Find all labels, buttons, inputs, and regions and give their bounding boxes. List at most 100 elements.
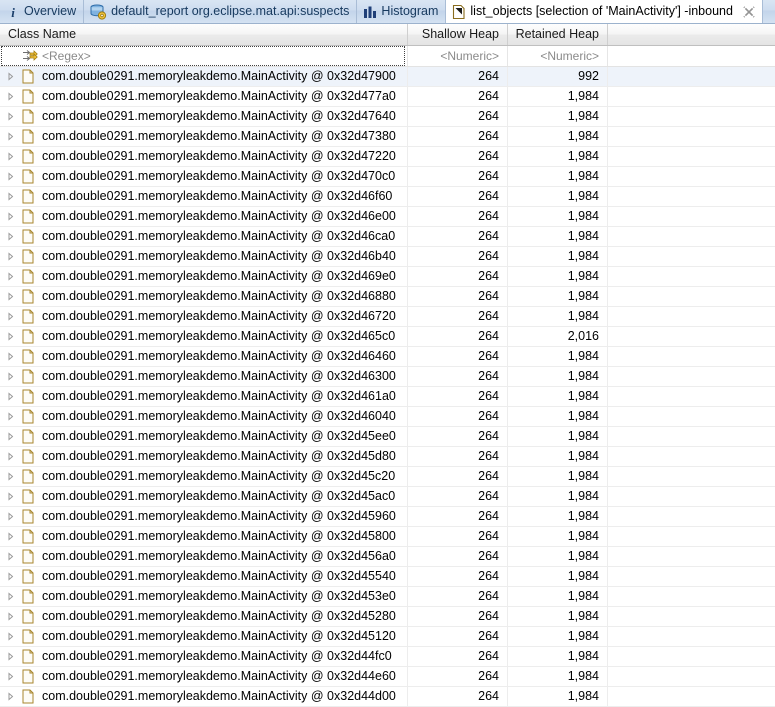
cell-class-name[interactable]: com.double0291.memoryleakdemo.MainActivi…	[0, 367, 408, 386]
expand-arrow-icon[interactable]	[0, 232, 20, 241]
expand-arrow-icon[interactable]	[0, 592, 20, 601]
cell-class-name[interactable]: com.double0291.memoryleakdemo.MainActivi…	[0, 687, 408, 706]
table-row[interactable]: com.double0291.memoryleakdemo.MainActivi…	[0, 567, 775, 587]
expand-arrow-icon[interactable]	[0, 652, 20, 661]
cell-class-name[interactable]: com.double0291.memoryleakdemo.MainActivi…	[0, 307, 408, 326]
table-row[interactable]: com.double0291.memoryleakdemo.MainActivi…	[0, 667, 775, 687]
cell-class-name[interactable]: com.double0291.memoryleakdemo.MainActivi…	[0, 287, 408, 306]
table-row[interactable]: com.double0291.memoryleakdemo.MainActivi…	[0, 527, 775, 547]
table-row[interactable]: com.double0291.memoryleakdemo.MainActivi…	[0, 407, 775, 427]
table-row[interactable]: com.double0291.memoryleakdemo.MainActivi…	[0, 387, 775, 407]
expand-arrow-icon[interactable]	[0, 312, 20, 321]
cell-class-name[interactable]: com.double0291.memoryleakdemo.MainActivi…	[0, 467, 408, 486]
cell-class-name[interactable]: com.double0291.memoryleakdemo.MainActivi…	[0, 347, 408, 366]
expand-arrow-icon[interactable]	[0, 352, 20, 361]
editor-tab-3[interactable]: Histogram	[357, 0, 446, 23]
cell-class-name[interactable]: com.double0291.memoryleakdemo.MainActivi…	[0, 427, 408, 446]
filter-cell-shallow-heap[interactable]: <Numeric>	[408, 46, 508, 66]
cell-class-name[interactable]: com.double0291.memoryleakdemo.MainActivi…	[0, 107, 408, 126]
table-row[interactable]: com.double0291.memoryleakdemo.MainActivi…	[0, 607, 775, 627]
cell-class-name[interactable]: com.double0291.memoryleakdemo.MainActivi…	[0, 547, 408, 566]
table-row[interactable]: com.double0291.memoryleakdemo.MainActivi…	[0, 627, 775, 647]
column-header-shallow-heap[interactable]: Shallow Heap	[408, 24, 508, 45]
expand-arrow-icon[interactable]	[0, 572, 20, 581]
expand-arrow-icon[interactable]	[0, 132, 20, 141]
cell-class-name[interactable]: com.double0291.memoryleakdemo.MainActivi…	[0, 167, 408, 186]
cell-class-name[interactable]: com.double0291.memoryleakdemo.MainActivi…	[0, 267, 408, 286]
cell-class-name[interactable]: com.double0291.memoryleakdemo.MainActivi…	[0, 567, 408, 586]
table-row[interactable]: com.double0291.memoryleakdemo.MainActivi…	[0, 187, 775, 207]
expand-arrow-icon[interactable]	[0, 112, 20, 121]
expand-arrow-icon[interactable]	[0, 332, 20, 341]
expand-arrow-icon[interactable]	[0, 632, 20, 641]
table-row[interactable]: com.double0291.memoryleakdemo.MainActivi…	[0, 247, 775, 267]
expand-arrow-icon[interactable]	[0, 152, 20, 161]
table-row[interactable]: com.double0291.memoryleakdemo.MainActivi…	[0, 647, 775, 667]
table-row[interactable]: com.double0291.memoryleakdemo.MainActivi…	[0, 87, 775, 107]
cell-class-name[interactable]: com.double0291.memoryleakdemo.MainActivi…	[0, 387, 408, 406]
cell-class-name[interactable]: com.double0291.memoryleakdemo.MainActivi…	[0, 227, 408, 246]
cell-class-name[interactable]: com.double0291.memoryleakdemo.MainActivi…	[0, 247, 408, 266]
filter-cell-retained-heap[interactable]: <Numeric>	[508, 46, 608, 66]
cell-class-name[interactable]: com.double0291.memoryleakdemo.MainActivi…	[0, 527, 408, 546]
cell-class-name[interactable]: com.double0291.memoryleakdemo.MainActivi…	[0, 147, 408, 166]
expand-arrow-icon[interactable]	[0, 372, 20, 381]
column-header-class-name[interactable]: Class Name	[0, 24, 408, 45]
expand-arrow-icon[interactable]	[0, 92, 20, 101]
expand-arrow-icon[interactable]	[0, 552, 20, 561]
expand-arrow-icon[interactable]	[0, 252, 20, 261]
cell-class-name[interactable]: com.double0291.memoryleakdemo.MainActivi…	[0, 187, 408, 206]
table-row[interactable]: com.double0291.memoryleakdemo.MainActivi…	[0, 127, 775, 147]
expand-arrow-icon[interactable]	[0, 192, 20, 201]
cell-class-name[interactable]: com.double0291.memoryleakdemo.MainActivi…	[0, 627, 408, 646]
table-row[interactable]: com.double0291.memoryleakdemo.MainActivi…	[0, 147, 775, 167]
cell-class-name[interactable]: com.double0291.memoryleakdemo.MainActivi…	[0, 87, 408, 106]
table-row[interactable]: com.double0291.memoryleakdemo.MainActivi…	[0, 207, 775, 227]
editor-tab-4[interactable]: list_objects [selection of 'MainActivity…	[446, 0, 763, 23]
table-row[interactable]: com.double0291.memoryleakdemo.MainActivi…	[0, 587, 775, 607]
filter-row[interactable]: <Regex> <Numeric> <Numeric>	[0, 46, 775, 67]
cell-class-name[interactable]: com.double0291.memoryleakdemo.MainActivi…	[0, 587, 408, 606]
table-row[interactable]: com.double0291.memoryleakdemo.MainActivi…	[0, 427, 775, 447]
column-header-retained-heap[interactable]: Retained Heap	[508, 24, 608, 45]
table-row[interactable]: com.double0291.memoryleakdemo.MainActivi…	[0, 687, 775, 707]
expand-arrow-icon[interactable]	[0, 292, 20, 301]
expand-arrow-icon[interactable]	[0, 472, 20, 481]
expand-arrow-icon[interactable]	[0, 212, 20, 221]
expand-arrow-icon[interactable]	[0, 452, 20, 461]
cell-class-name[interactable]: com.double0291.memoryleakdemo.MainActivi…	[0, 407, 408, 426]
table-row[interactable]: com.double0291.memoryleakdemo.MainActivi…	[0, 167, 775, 187]
table-row[interactable]: com.double0291.memoryleakdemo.MainActivi…	[0, 327, 775, 347]
cell-class-name[interactable]: com.double0291.memoryleakdemo.MainActivi…	[0, 127, 408, 146]
table-row[interactable]: com.double0291.memoryleakdemo.MainActivi…	[0, 487, 775, 507]
cell-class-name[interactable]: com.double0291.memoryleakdemo.MainActivi…	[0, 607, 408, 626]
expand-arrow-icon[interactable]	[0, 72, 20, 81]
expand-arrow-icon[interactable]	[0, 512, 20, 521]
expand-arrow-icon[interactable]	[0, 392, 20, 401]
expand-arrow-icon[interactable]	[0, 432, 20, 441]
column-header-filler[interactable]	[608, 24, 774, 45]
table-row[interactable]: com.double0291.memoryleakdemo.MainActivi…	[0, 447, 775, 467]
cell-class-name[interactable]: com.double0291.memoryleakdemo.MainActivi…	[0, 507, 408, 526]
cell-class-name[interactable]: com.double0291.memoryleakdemo.MainActivi…	[0, 207, 408, 226]
expand-arrow-icon[interactable]	[0, 612, 20, 621]
table-row[interactable]: com.double0291.memoryleakdemo.MainActivi…	[0, 307, 775, 327]
filter-cell-filler[interactable]	[608, 46, 774, 66]
cell-class-name[interactable]: com.double0291.memoryleakdemo.MainActivi…	[0, 447, 408, 466]
table-row[interactable]: com.double0291.memoryleakdemo.MainActivi…	[0, 227, 775, 247]
table-row[interactable]: com.double0291.memoryleakdemo.MainActivi…	[0, 507, 775, 527]
cell-class-name[interactable]: com.double0291.memoryleakdemo.MainActivi…	[0, 667, 408, 686]
table-row[interactable]: com.double0291.memoryleakdemo.MainActivi…	[0, 347, 775, 367]
expand-arrow-icon[interactable]	[0, 412, 20, 421]
filter-cell-class-name[interactable]: <Regex>	[0, 46, 408, 66]
expand-arrow-icon[interactable]	[0, 672, 20, 681]
table-row[interactable]: com.double0291.memoryleakdemo.MainActivi…	[0, 67, 775, 87]
editor-tab-1[interactable]: iOverview	[0, 0, 84, 23]
table-row[interactable]: com.double0291.memoryleakdemo.MainActivi…	[0, 287, 775, 307]
editor-tab-2[interactable]: default_report org.eclipse.mat.api:suspe…	[84, 0, 357, 23]
expand-arrow-icon[interactable]	[0, 272, 20, 281]
cell-class-name[interactable]: com.double0291.memoryleakdemo.MainActivi…	[0, 647, 408, 666]
cell-class-name[interactable]: com.double0291.memoryleakdemo.MainActivi…	[0, 67, 408, 86]
expand-arrow-icon[interactable]	[0, 492, 20, 501]
expand-arrow-icon[interactable]	[0, 532, 20, 541]
